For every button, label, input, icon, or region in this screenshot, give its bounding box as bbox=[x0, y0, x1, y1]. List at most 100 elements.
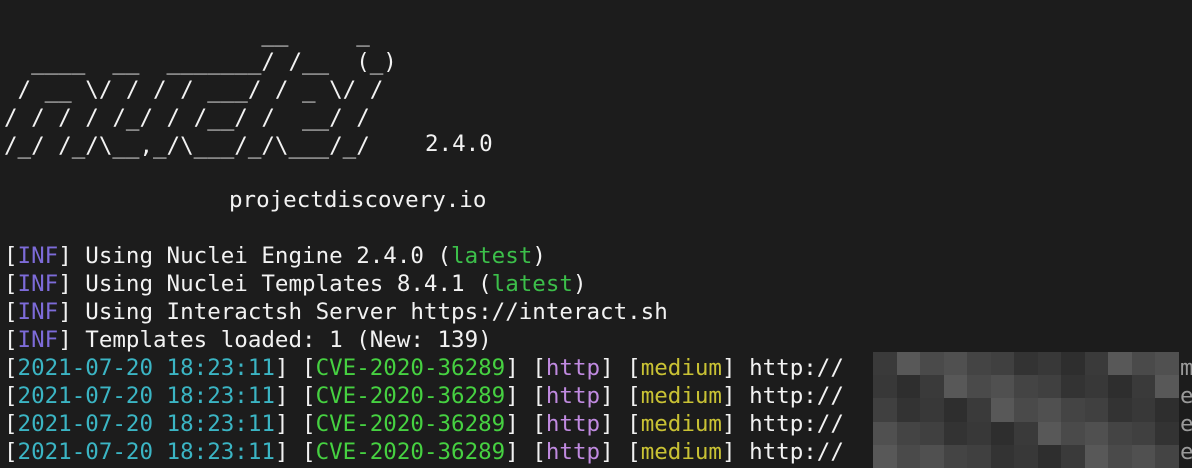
url-tail-char: m bbox=[1180, 355, 1192, 381]
result-template-id: CVE-2020-36289 bbox=[315, 383, 506, 409]
result-url-prefix: http:// bbox=[749, 411, 844, 437]
redaction-pixel bbox=[1061, 421, 1085, 445]
redaction-pixel bbox=[1131, 398, 1156, 422]
bracket: ] [ bbox=[600, 411, 641, 437]
bracket: ] bbox=[58, 327, 86, 353]
redaction-pixel bbox=[1014, 444, 1038, 468]
redaction-pixel bbox=[990, 352, 1015, 376]
info-suffix: ) bbox=[532, 243, 546, 269]
result-severity: medium bbox=[640, 411, 722, 437]
redaction-pixel bbox=[1084, 375, 1109, 399]
redaction-pixel bbox=[1084, 421, 1109, 445]
info-line: [INF] Using Nuclei Engine 2.4.0 (latest) bbox=[4, 242, 546, 270]
bracket: ] bbox=[721, 355, 750, 381]
bracket: [ bbox=[4, 243, 18, 269]
bracket: ] [ bbox=[505, 383, 546, 409]
bracket: ] [ bbox=[274, 411, 316, 437]
info-text: Using Interactsh Server https://interact… bbox=[85, 299, 668, 325]
bracket: ] [ bbox=[505, 439, 546, 465]
result-line: [2021-07-20 18:23:11] [CVE-2020-36289] [… bbox=[4, 410, 844, 438]
bracket: ] [ bbox=[505, 411, 546, 437]
bracket: [ bbox=[4, 299, 18, 325]
redaction-pixel bbox=[943, 398, 968, 422]
redaction-pixel bbox=[1155, 375, 1179, 399]
redaction-pixel bbox=[1131, 352, 1156, 376]
bracket: [ bbox=[4, 271, 18, 297]
redaction-pixel bbox=[1084, 398, 1109, 422]
url-tail-char: e bbox=[1180, 411, 1192, 437]
bracket: [ bbox=[4, 355, 18, 381]
latest-status: latest bbox=[491, 271, 573, 297]
inf-tag: INF bbox=[17, 243, 59, 269]
result-timestamp: 2021-07-20 18:23:11 bbox=[17, 411, 275, 437]
result-line: [2021-07-20 18:23:11] [CVE-2020-36289] [… bbox=[4, 438, 844, 466]
redaction-pixel bbox=[896, 421, 921, 445]
redaction-pixel bbox=[1037, 398, 1062, 422]
redaction-pixel bbox=[920, 421, 944, 445]
bracket: ] [ bbox=[505, 355, 546, 381]
redaction-pixel bbox=[967, 375, 991, 399]
redaction-pixel bbox=[873, 398, 897, 422]
redaction-pixel bbox=[943, 375, 968, 399]
latest-status: latest bbox=[451, 243, 533, 269]
inf-tag: INF bbox=[17, 299, 59, 325]
redaction-pixel bbox=[920, 444, 944, 468]
redaction-pixel bbox=[1061, 398, 1085, 422]
redaction-pixel bbox=[1155, 398, 1179, 422]
redaction-pixel bbox=[873, 352, 897, 376]
redaction-pixel bbox=[1061, 352, 1085, 376]
redaction-pixel bbox=[990, 444, 1015, 468]
inf-tag: INF bbox=[17, 327, 59, 353]
bracket: ] [ bbox=[274, 383, 316, 409]
result-protocol: http bbox=[545, 411, 601, 437]
redacted-url-block bbox=[873, 352, 1179, 468]
redaction-pixel bbox=[943, 421, 968, 445]
redaction-pixel bbox=[873, 375, 897, 399]
redaction-pixel bbox=[1084, 352, 1109, 376]
result-url-prefix: http:// bbox=[749, 355, 844, 381]
banner-version: 2.4.0 bbox=[425, 131, 493, 157]
redaction-pixel bbox=[967, 421, 991, 445]
redaction-pixel bbox=[1108, 421, 1132, 445]
bracket: ] bbox=[721, 411, 750, 437]
redaction-pixel bbox=[873, 444, 897, 468]
redaction-pixel bbox=[1108, 375, 1132, 399]
bracket: ] [ bbox=[600, 355, 641, 381]
bracket: [ bbox=[4, 439, 18, 465]
info-line: [INF] Templates loaded: 1 (New: 139) bbox=[4, 326, 492, 354]
redaction-pixel bbox=[873, 421, 897, 445]
info-text: Templates loaded: 1 (New: 139) bbox=[85, 327, 492, 353]
redaction-pixel bbox=[967, 398, 991, 422]
result-severity: medium bbox=[640, 439, 722, 465]
redaction-pixel bbox=[1084, 444, 1109, 468]
redaction-pixel bbox=[990, 398, 1015, 422]
bracket: ] bbox=[58, 299, 86, 325]
inf-tag: INF bbox=[17, 271, 59, 297]
result-protocol: http bbox=[545, 355, 601, 381]
info-text: Using Nuclei Engine 2.4.0 ( bbox=[85, 243, 452, 269]
redaction-pixel bbox=[1014, 421, 1038, 445]
url-tail-char: e bbox=[1180, 383, 1192, 409]
redaction-pixel bbox=[967, 444, 991, 468]
redaction-pixel bbox=[896, 398, 921, 422]
bracket: ] bbox=[58, 243, 86, 269]
result-template-id: CVE-2020-36289 bbox=[315, 439, 506, 465]
redaction-pixel bbox=[1155, 444, 1179, 468]
result-protocol: http bbox=[545, 439, 601, 465]
redaction-pixel bbox=[920, 352, 944, 376]
redaction-pixel bbox=[896, 444, 921, 468]
result-line: [2021-07-20 18:23:11] [CVE-2020-36289] [… bbox=[4, 382, 844, 410]
redaction-pixel bbox=[1131, 375, 1156, 399]
redaction-pixel bbox=[896, 352, 921, 376]
terminal-window[interactable]: __ _ ____ __ _______/ /__ (_) / __ \/ / … bbox=[0, 0, 1192, 468]
redaction-pixel bbox=[920, 398, 944, 422]
result-url-prefix: http:// bbox=[749, 439, 844, 465]
info-line: [INF] Using Interactsh Server https://in… bbox=[4, 298, 668, 326]
result-line: [2021-07-20 18:23:11] [CVE-2020-36289] [… bbox=[4, 354, 844, 382]
redaction-pixel bbox=[1131, 444, 1156, 468]
nuclei-ascii-logo: __ _ ____ __ _______/ /__ (_) / __ \/ / … bbox=[4, 21, 397, 159]
redaction-pixel bbox=[1131, 421, 1156, 445]
redaction-pixel bbox=[920, 375, 944, 399]
info-text: Using Nuclei Templates 8.4.1 ( bbox=[85, 271, 492, 297]
result-template-id: CVE-2020-36289 bbox=[315, 411, 506, 437]
